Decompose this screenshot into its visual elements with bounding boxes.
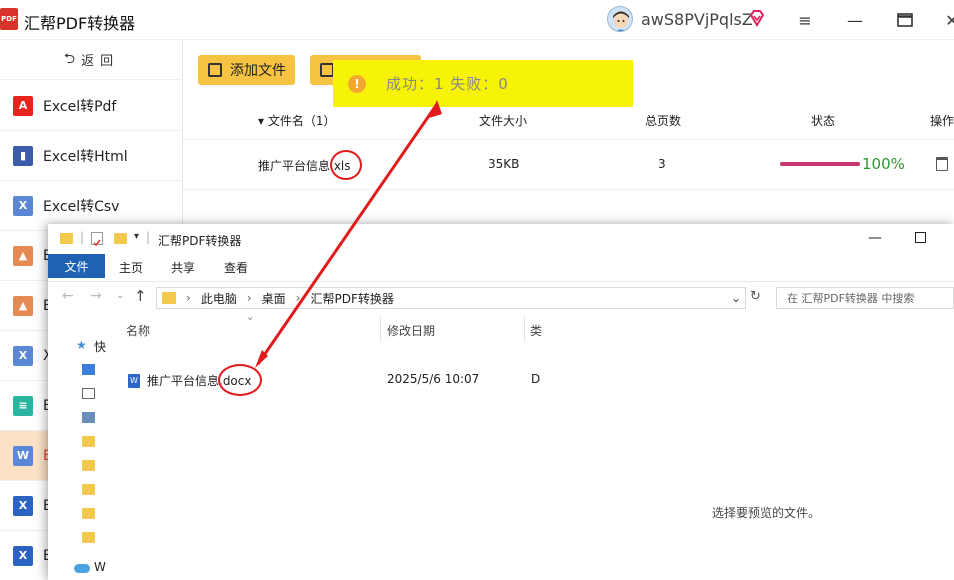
app-window: PDF 汇帮PDF转换器 awS8PVjPqlsZ ≡ — ✕ ⮌ 返回 A Ex… [0, 0, 954, 580]
annotation-arrow [256, 103, 439, 365]
annotation-arrowhead [429, 100, 442, 118]
annotation-arrows [255, 100, 442, 368]
